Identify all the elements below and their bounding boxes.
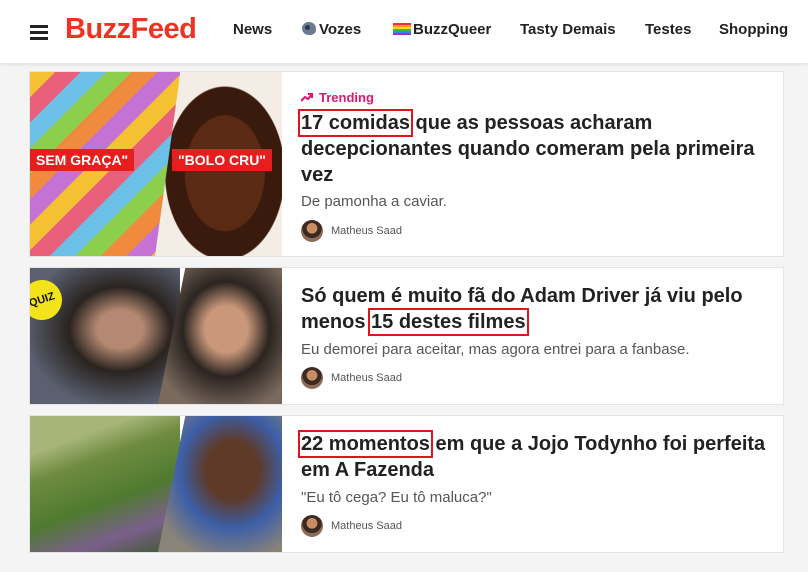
- author-byline[interactable]: Matheus Saad: [301, 515, 402, 537]
- reality-show-image: [30, 416, 180, 552]
- nav-item-shopping[interactable]: Shopping: [719, 21, 788, 38]
- author-byline[interactable]: Matheus Saad: [301, 367, 402, 389]
- article-description: "Eu tô cega? Eu tô maluca?": [301, 489, 492, 506]
- nav-label: News: [233, 21, 273, 38]
- title-highlight: 17 comidas: [298, 109, 413, 137]
- title-highlight: 15 destes filmes: [368, 308, 529, 336]
- nav-label: Testes: [645, 21, 692, 38]
- article-card-1[interactable]: SEM GRAÇA" "BOLO CRU" Trending 17 comida…: [29, 71, 784, 257]
- article-title[interactable]: Só quem é muito fã do Adam Driver já viu…: [301, 283, 771, 336]
- article-description: Eu demorei para aceitar, mas agora entre…: [301, 341, 690, 358]
- author-name: Matheus Saad: [331, 225, 402, 237]
- image-caption-label: SEM GRAÇA": [30, 149, 135, 171]
- hamburger-menu-icon[interactable]: [30, 24, 48, 40]
- avatar: [301, 220, 323, 242]
- article-card-2[interactable]: QUIZ Só quem é muito fã do Adam Driver j…: [29, 267, 784, 405]
- speaking-head-icon: [302, 22, 316, 35]
- nav-item-vozes[interactable]: Vozes: [302, 21, 361, 38]
- rainbow-flag-icon: [393, 23, 411, 35]
- author-byline[interactable]: Matheus Saad: [301, 220, 402, 242]
- nav-item-news[interactable]: News: [233, 21, 272, 38]
- nav-item-tasty-demais[interactable]: Tasty Demais: [520, 21, 616, 38]
- author-name: Matheus Saad: [331, 372, 402, 384]
- article-thumbnail[interactable]: SEM GRAÇA" "BOLO CRU": [30, 72, 282, 256]
- article-thumbnail[interactable]: [30, 416, 282, 552]
- trending-arrow-icon: [301, 93, 313, 102]
- article-description: De pamonha a caviar.: [301, 193, 447, 210]
- nav-item-testes[interactable]: Testes: [645, 21, 691, 38]
- site-header: BuzzFeed News Vozes BuzzQueer Tasty Dema…: [0, 0, 808, 64]
- trending-badge[interactable]: Trending: [301, 90, 374, 105]
- nav-label: Shopping: [719, 21, 789, 38]
- avatar: [301, 515, 323, 537]
- title-highlight: 22 momentos: [298, 430, 433, 458]
- article-title[interactable]: 22 momentos em que a Jojo Todynho foi pe…: [298, 430, 771, 483]
- trending-label: Trending: [319, 90, 374, 105]
- nav-item-buzzqueer[interactable]: BuzzQueer: [393, 21, 491, 38]
- avatar: [301, 367, 323, 389]
- nav-label: BuzzQueer: [413, 21, 492, 38]
- article-thumbnail[interactable]: QUIZ: [30, 268, 282, 404]
- nav-label: Tasty Demais: [520, 21, 616, 38]
- author-name: Matheus Saad: [331, 520, 402, 532]
- article-title[interactable]: 17 comidas que as pessoas acharam decepc…: [298, 109, 771, 188]
- nav-label: Vozes: [319, 21, 362, 38]
- image-caption-label: "BOLO CRU": [172, 149, 272, 171]
- buzzfeed-logo[interactable]: BuzzFeed: [65, 13, 197, 46]
- article-card-3[interactable]: 22 momentos em que a Jojo Todynho foi pe…: [29, 415, 784, 553]
